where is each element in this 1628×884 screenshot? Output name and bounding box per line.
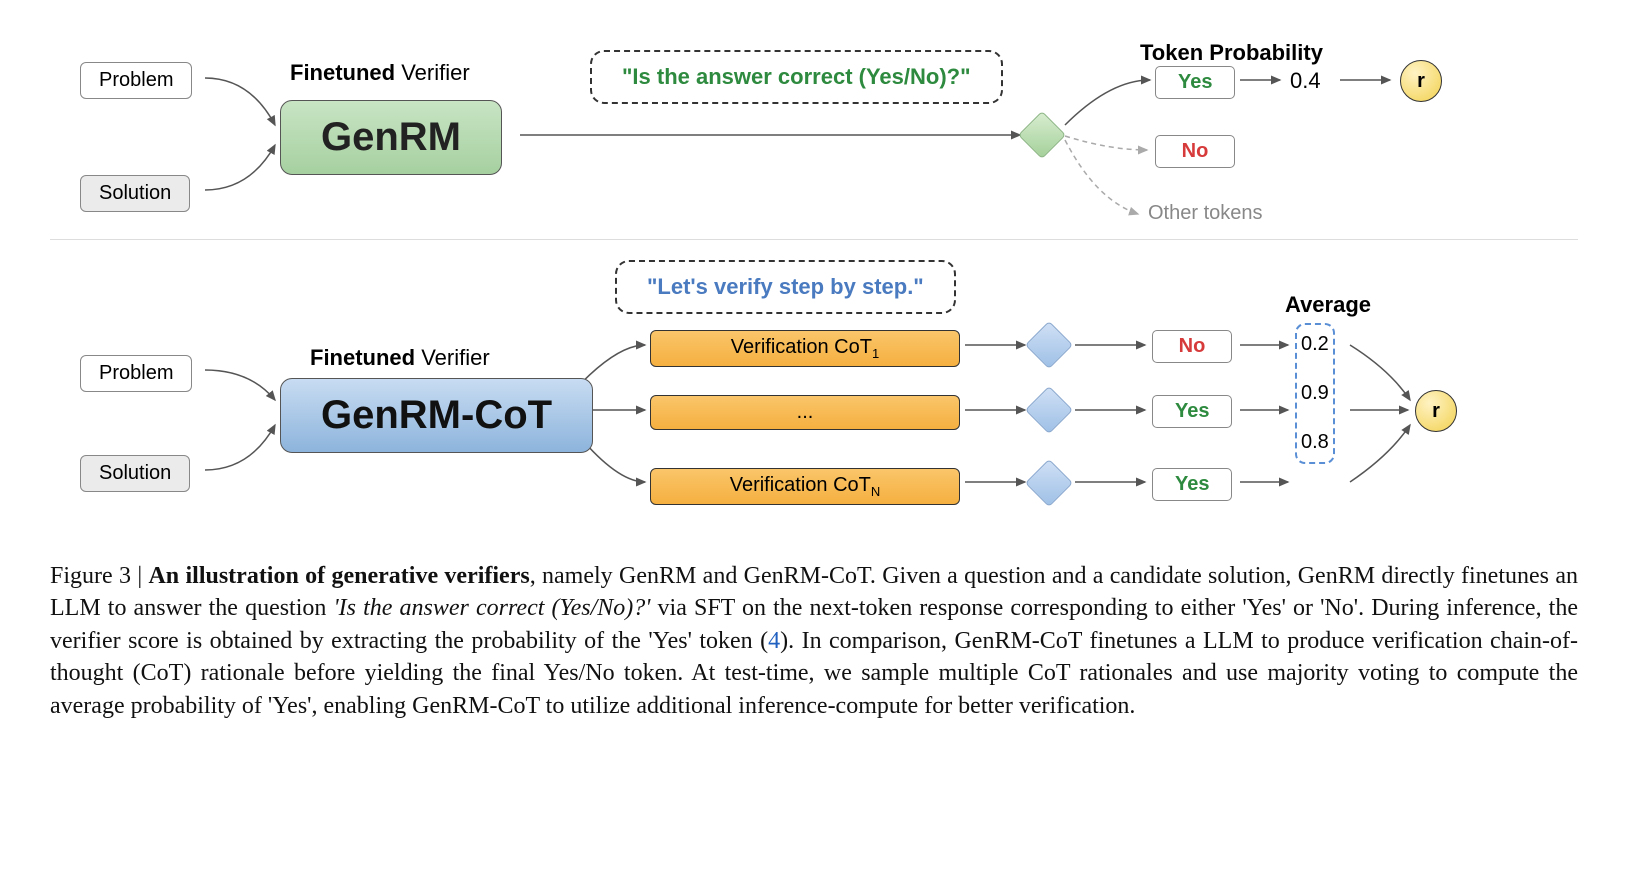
verifier-reg-bottom: Verifier: [415, 345, 490, 370]
solution-box: Solution: [80, 175, 190, 212]
cot-box-mid: ...: [650, 395, 960, 430]
average-column: 0.2 0.9 0.8: [1295, 323, 1335, 464]
bottom-panel: Problem Solution Finetuned Verifier GenR…: [50, 250, 1578, 530]
reward-circle: r: [1400, 60, 1442, 102]
diamond-icon: [1018, 111, 1066, 159]
no-token: No: [1155, 135, 1235, 168]
cap-ref[interactable]: 4: [768, 628, 780, 654]
cot1-label: Verification CoT: [731, 336, 872, 358]
top-panel: Problem Solution Finetuned Verifier GenR…: [50, 40, 1578, 240]
token-prob-title: Token Probability: [1140, 40, 1323, 66]
cap-q: 'Is the answer correct (Yes/No)?': [334, 595, 651, 621]
speech-bubble-top: "Is the answer correct (Yes/No)?": [590, 50, 1003, 104]
score-2: 0.9: [1301, 382, 1329, 405]
verifier-reg: Verifier: [395, 60, 470, 85]
average-title: Average: [1285, 292, 1371, 318]
cot1-sub: 1: [872, 346, 879, 361]
speech-bubble-bottom: "Let's verify step by step.": [615, 260, 956, 314]
fig-num: Figure 3: [50, 563, 131, 589]
score-1: 0.2: [1301, 333, 1329, 356]
verifier-bold-bottom: Finetuned: [310, 345, 415, 370]
genrm-box: GenRM: [280, 100, 502, 175]
genrm-cot-box: GenRM-CoT: [280, 378, 593, 453]
score-3: 0.8: [1301, 431, 1329, 454]
verifier-bold: Finetuned: [290, 60, 395, 85]
cotN-label: Verification CoT: [730, 474, 871, 496]
cot-box-n: Verification CoTN: [650, 468, 960, 505]
fig-sep: |: [131, 563, 148, 589]
problem-box-bottom: Problem: [80, 355, 192, 392]
yes-token-2: Yes: [1152, 468, 1232, 501]
diamond-2: [1025, 386, 1073, 434]
cot-box-1: Verification CoT1: [650, 330, 960, 367]
no-token-bottom: No: [1152, 330, 1232, 363]
yes-token: Yes: [1155, 66, 1235, 99]
problem-box: Problem: [80, 62, 192, 99]
other-tokens-label: Other tokens: [1148, 202, 1263, 225]
solution-box-bottom: Solution: [80, 455, 190, 492]
yes-token-1: Yes: [1152, 395, 1232, 428]
verifier-label: Finetuned Verifier: [290, 60, 470, 86]
diamond-1: [1025, 321, 1073, 369]
reward-circle-bottom: r: [1415, 390, 1457, 432]
fig-title: An illustration of generative verifiers: [148, 563, 529, 589]
diagram: Problem Solution Finetuned Verifier GenR…: [50, 40, 1578, 722]
figure-caption: Figure 3 | An illustration of generative…: [50, 560, 1578, 722]
verifier-label-bottom: Finetuned Verifier: [310, 345, 490, 371]
diamond-3: [1025, 459, 1073, 507]
prob-value: 0.4: [1290, 68, 1321, 94]
cotN-sub: N: [871, 484, 880, 499]
